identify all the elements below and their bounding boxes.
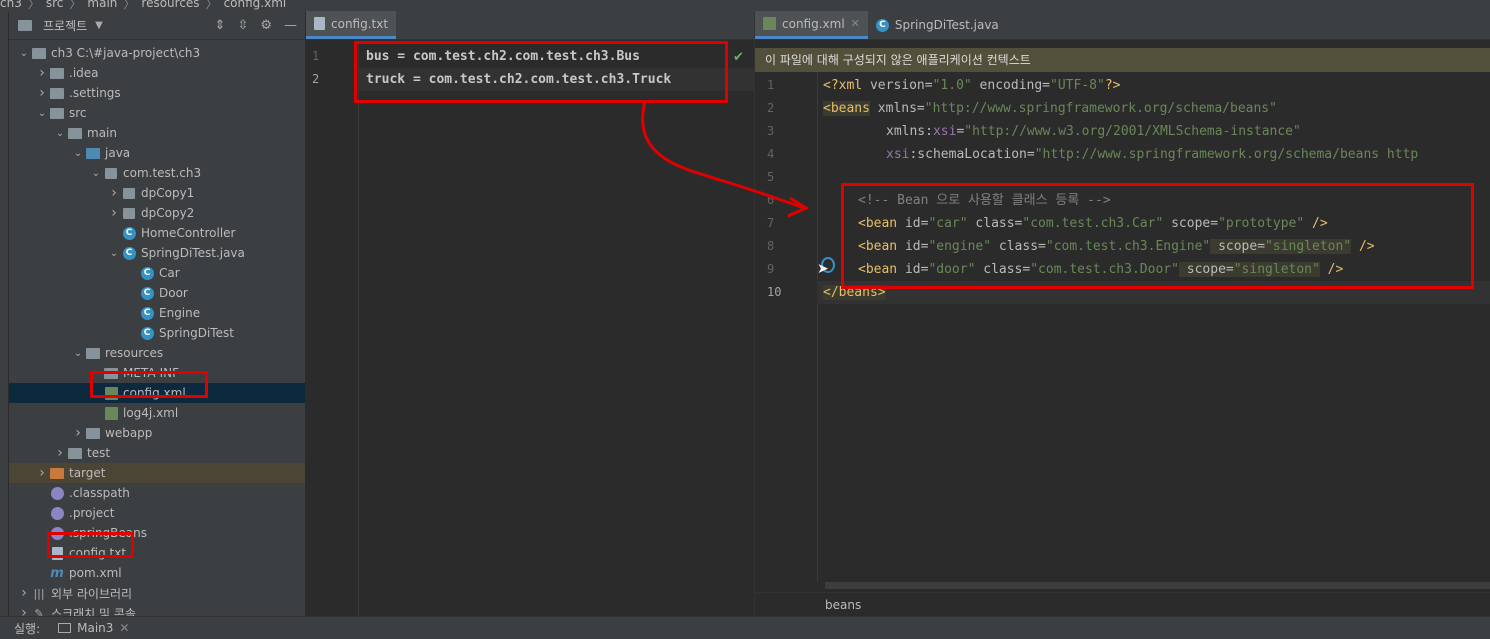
run-label: 실행: [14, 621, 41, 636]
run-console-icon [58, 623, 72, 633]
close-icon[interactable]: ✕ [119, 621, 129, 635]
run-tab-main3[interactable]: Main3 ✕ [58, 621, 129, 635]
bottom-tool-bar: 실행: Main3 ✕ [0, 616, 1490, 639]
run-tab-label: Main3 [77, 621, 114, 635]
annotation-arrow [641, 101, 810, 218]
